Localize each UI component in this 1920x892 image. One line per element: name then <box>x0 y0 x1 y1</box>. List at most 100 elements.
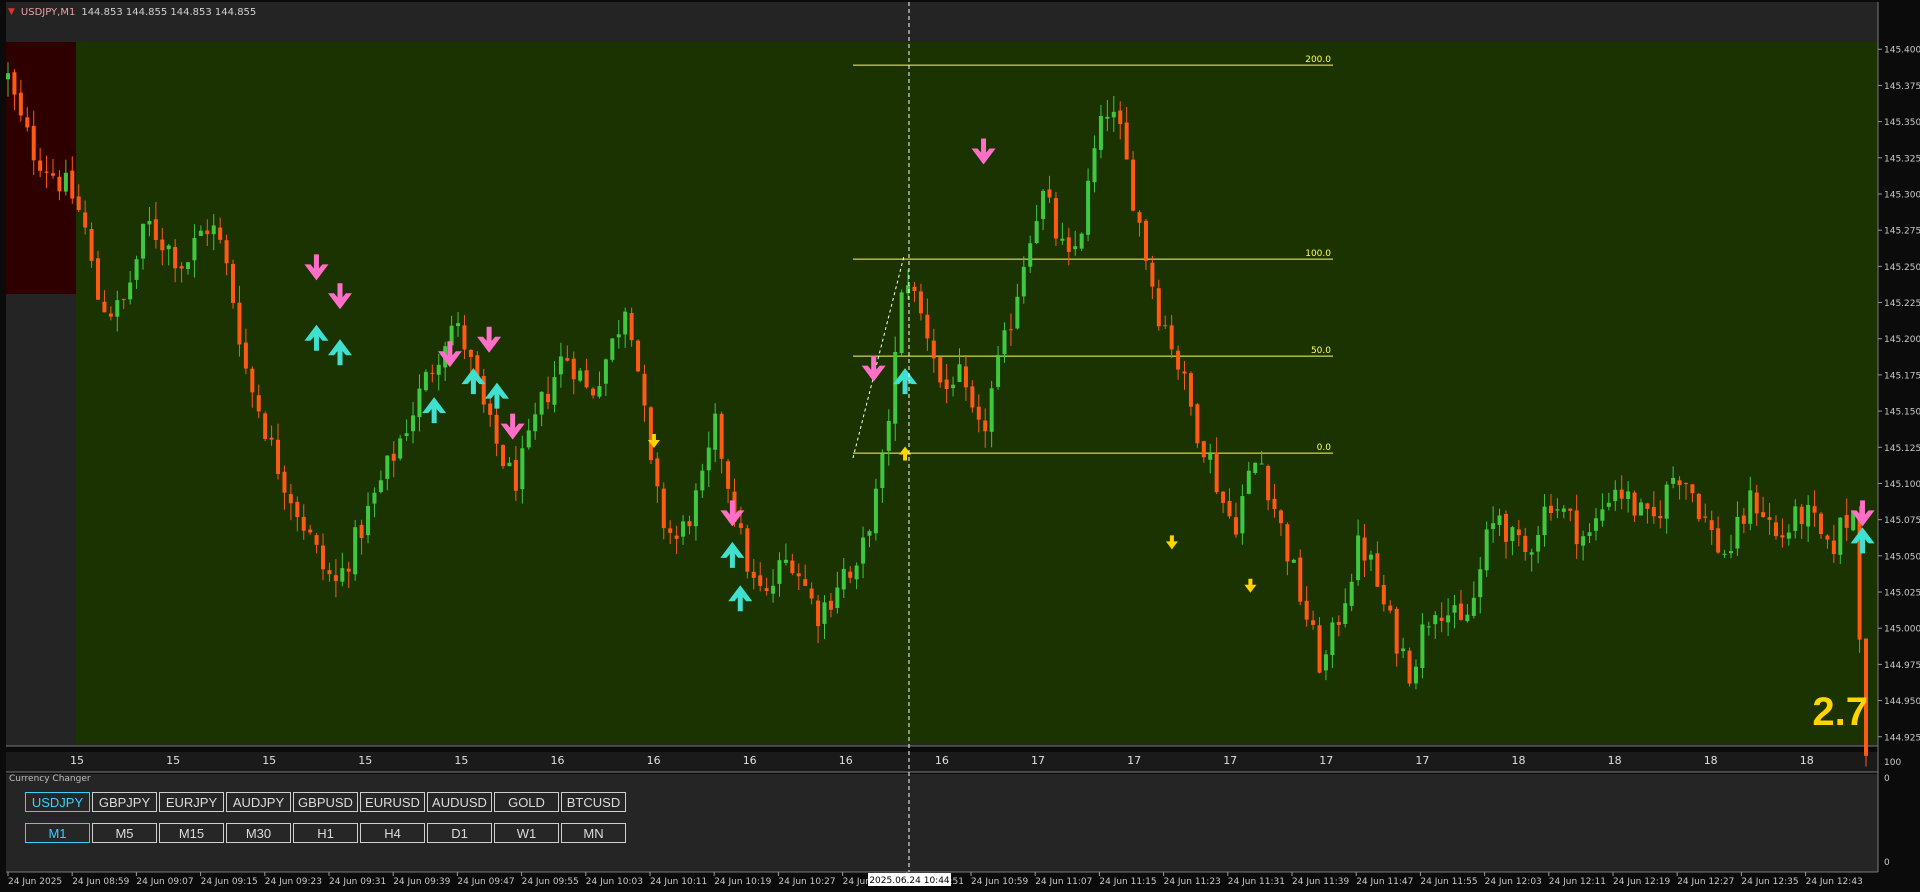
candle-body <box>1484 529 1489 571</box>
candle-body <box>340 568 345 582</box>
candle-body <box>462 325 467 350</box>
candle-body <box>1510 527 1515 542</box>
candle-body <box>1092 148 1097 183</box>
candle-body <box>192 237 197 261</box>
candle-body <box>1632 492 1637 516</box>
timeframe-button-mn[interactable]: MN <box>561 823 626 843</box>
symbol-button-gold[interactable]: GOLD <box>494 792 559 812</box>
candle-body <box>31 125 36 161</box>
candle-body <box>790 560 795 574</box>
symbol-button-audjpy[interactable]: AUDJPY <box>226 792 291 812</box>
price-label: 145.375 <box>1884 82 1920 92</box>
candle-body <box>423 371 428 391</box>
candle-body <box>623 311 628 335</box>
time-label: 24 Jun 09:07 <box>136 877 193 887</box>
timeframe-button-m5[interactable]: M5 <box>92 823 157 843</box>
candle-body <box>108 313 113 317</box>
candle-body <box>263 413 268 439</box>
indicator-number: 16 <box>551 754 565 767</box>
time-label: 24 Jun 09:31 <box>329 877 386 887</box>
candle-body <box>1021 266 1026 297</box>
symbol-button-eurjpy[interactable]: EURJPY <box>159 792 224 812</box>
candle-body <box>1626 491 1631 499</box>
timeframe-button-m30[interactable]: M30 <box>226 823 291 843</box>
candle-body <box>629 313 634 341</box>
candle-body <box>25 117 30 128</box>
candle-body <box>1111 111 1116 118</box>
candle-body <box>1413 666 1418 684</box>
candle-body <box>295 501 300 518</box>
candle-body <box>745 528 750 572</box>
indicator-number: 18 <box>1608 754 1622 767</box>
timeframe-button-h1[interactable]: H1 <box>293 823 358 843</box>
timeframe-button-m1[interactable]: M1 <box>25 823 90 843</box>
candle-body <box>1323 654 1328 671</box>
candle-body <box>1407 650 1412 684</box>
candle-body <box>51 173 56 176</box>
candle-body <box>1233 517 1238 535</box>
chart-canvas[interactable]: 145.400 145.375 145.350 145.325 145.300 145.2… <box>0 0 1920 892</box>
candle-body <box>642 373 647 406</box>
candle-body <box>488 403 493 415</box>
candle-body <box>983 420 988 432</box>
candle-body <box>1503 513 1508 542</box>
timeframe-button-m15[interactable]: M15 <box>159 823 224 843</box>
symbol-button-gbpusd[interactable]: GBPUSD <box>293 792 358 812</box>
spread-value: 2.7 <box>1812 690 1868 734</box>
price-label: 145.150 <box>1884 408 1920 418</box>
time-label: 24 Jun 12:27 <box>1677 877 1734 887</box>
candle-body <box>1446 615 1451 623</box>
indicator-number: 15 <box>166 754 180 767</box>
candle-body <box>1098 115 1103 150</box>
symbol-button-gbpjpy[interactable]: GBPJPY <box>92 792 157 812</box>
candle-body <box>327 570 332 575</box>
candle-body <box>584 370 589 388</box>
candle-body <box>771 585 776 594</box>
candle-body <box>520 448 525 490</box>
candle-body <box>1683 482 1688 484</box>
time-label: 24 Jun 10:03 <box>586 877 643 887</box>
indicator-number: 15 <box>70 754 84 767</box>
symbol-button-audusd[interactable]: AUDUSD <box>427 792 492 812</box>
candle-body <box>764 588 769 591</box>
candle-body <box>1568 508 1573 511</box>
candle-body <box>378 480 383 493</box>
candle-body <box>1343 603 1348 624</box>
dropdown-triangle-icon[interactable]: ▼ <box>8 7 15 17</box>
price-label: 145.025 <box>1884 589 1920 599</box>
candle-body <box>571 358 576 380</box>
candle-body <box>1561 508 1566 512</box>
candle-body <box>1201 441 1206 458</box>
timeframe-button-d1[interactable]: D1 <box>427 823 492 843</box>
candle-body <box>1285 524 1290 562</box>
time-label: 24 Jun 09:39 <box>393 877 450 887</box>
candle-body <box>1176 350 1181 370</box>
time-label: 24 Jun 10:27 <box>778 877 835 887</box>
timeframe-button-w1[interactable]: W1 <box>494 823 559 843</box>
candle-body <box>912 286 917 291</box>
symbol-button-usdjpy[interactable]: USDJPY <box>25 792 90 812</box>
symbol-button-eurusd[interactable]: EURUSD <box>360 792 425 812</box>
timeframe-button-h4[interactable]: H4 <box>360 823 425 843</box>
candle-body <box>391 453 396 461</box>
candle-body <box>1548 505 1553 514</box>
candle-body <box>867 531 872 536</box>
candle-body <box>719 413 724 459</box>
symbol-button-btcusd[interactable]: BTCUSD <box>561 792 626 812</box>
candle-body <box>507 462 512 467</box>
candle-body <box>835 587 840 609</box>
time-label: 24 Jun 10:11 <box>650 877 707 887</box>
candle-body <box>796 573 801 577</box>
time-label: 24 Jun 12:03 <box>1485 877 1542 887</box>
candle-body <box>102 301 107 313</box>
candle-body <box>456 323 461 327</box>
candle-body <box>256 395 261 412</box>
indicator-number: 15 <box>358 754 372 767</box>
candle-body <box>321 545 326 570</box>
candle-body <box>1086 180 1091 235</box>
candle-body <box>63 172 68 192</box>
candle-body <box>288 494 293 504</box>
candle-body <box>1812 506 1817 513</box>
candle-body <box>179 266 184 269</box>
candle-body <box>1651 507 1656 517</box>
